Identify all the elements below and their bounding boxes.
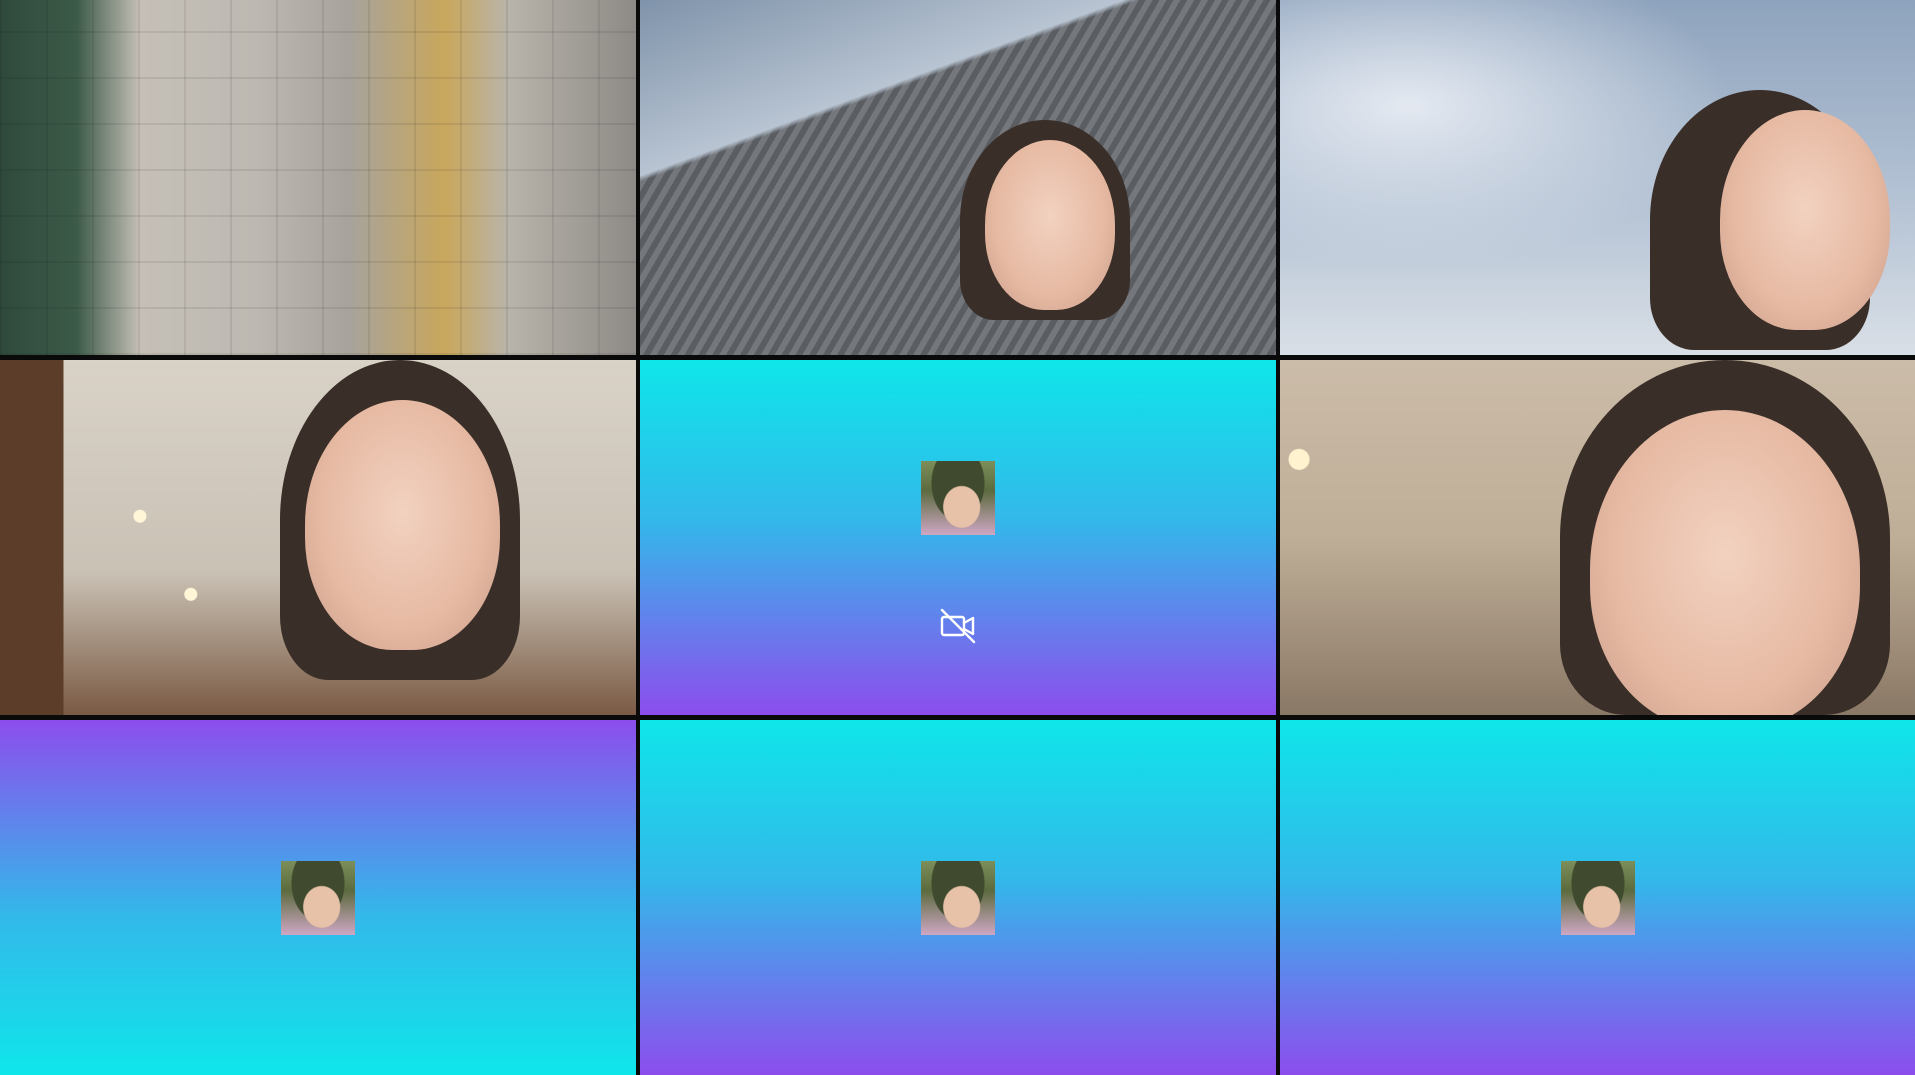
participant-video-tile-3[interactable] [1280,0,1915,355]
participant-video-tile-4[interactable] [0,360,636,715]
avatar-image [281,860,355,935]
camera-off-icon [940,609,976,644]
participant-avatar-tile-9[interactable] [1280,720,1915,1075]
participant-avatar-tile-8[interactable] [640,720,1276,1075]
video-feed [0,0,636,355]
avatar-image [921,461,995,536]
participant-avatar-tile-7[interactable] [0,720,636,1075]
avatar-image [1561,860,1635,935]
participant-video-tile-1[interactable] [0,0,636,355]
participant-video-tile-2[interactable] [640,0,1276,355]
avatar-image [921,860,995,935]
participant-avatar-tile-5[interactable] [640,360,1276,715]
video-call-grid [0,0,1915,1075]
participant-video-tile-6[interactable] [1280,360,1915,715]
